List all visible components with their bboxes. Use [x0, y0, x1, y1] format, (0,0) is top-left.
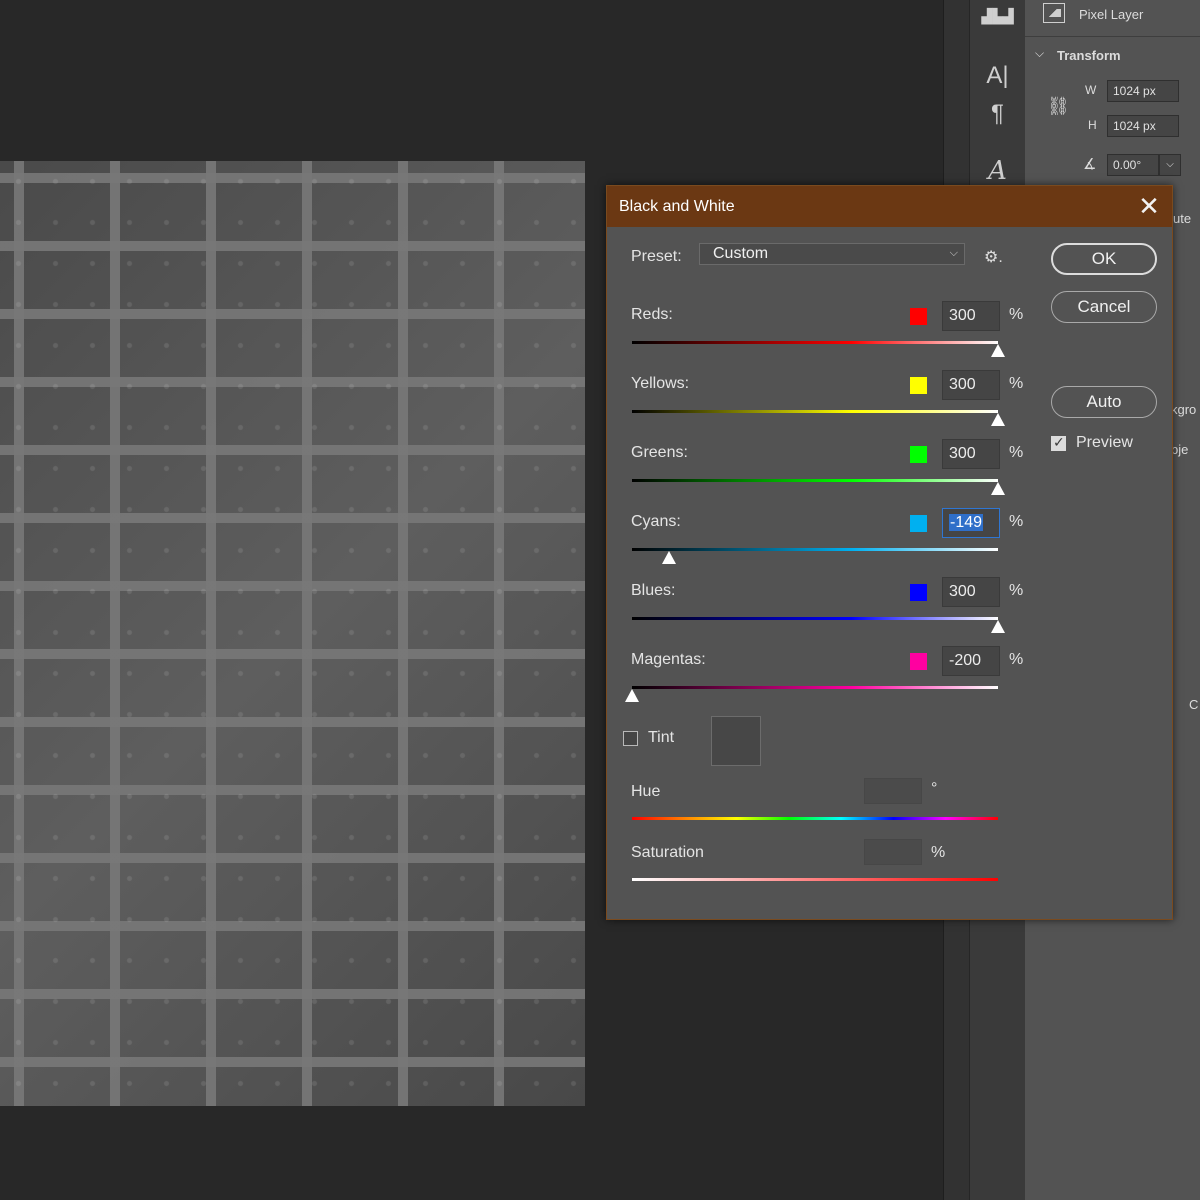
dialog-titlebar[interactable]: Black and White ✕	[607, 186, 1172, 227]
reds-slider-track[interactable]	[632, 341, 998, 344]
magentas-slider-track[interactable]	[632, 686, 998, 689]
greens-value-field[interactable]: 300	[942, 439, 1000, 469]
preset-select[interactable]: Custom ⌵	[699, 243, 965, 265]
yellows-value-field[interactable]: 300	[942, 370, 1000, 400]
character-icon[interactable]: A|	[970, 62, 1025, 90]
greens-slider-track[interactable]	[632, 479, 998, 482]
preview-checkbox[interactable]	[1051, 434, 1066, 451]
layer-kind-label: Pixel Layer	[1079, 7, 1144, 22]
blues-color-swatch	[910, 584, 927, 601]
magentas-color-swatch	[910, 653, 927, 670]
histogram-icon[interactable]: ▟▙▟	[970, 8, 1025, 25]
saturation-field	[864, 839, 922, 865]
gear-icon[interactable]: ⚙.	[984, 247, 1003, 267]
cyans-value-field[interactable]: -149	[942, 508, 1000, 538]
ok-button[interactable]: OK	[1051, 243, 1157, 275]
dialog-title: Black and White	[619, 198, 735, 215]
magentas-percent-unit: %	[1009, 651, 1024, 668]
yellows-slider-track[interactable]	[632, 410, 998, 413]
reds-label: Reds:	[631, 306, 673, 323]
cyans-slider-track[interactable]	[632, 548, 998, 551]
cyans-slider-thumb[interactable]	[661, 551, 676, 564]
cyans-color-swatch	[910, 515, 927, 532]
hue-slider-track	[632, 817, 998, 820]
canvas-image[interactable]	[0, 161, 585, 1106]
blues-value-field[interactable]: 300	[942, 577, 1000, 607]
angle-icon: ∡	[1083, 156, 1097, 173]
blues-slider-thumb[interactable]	[991, 620, 1005, 633]
saturation-unit: %	[931, 844, 946, 861]
blues-percent-unit: %	[1009, 582, 1024, 599]
width-label: W	[1085, 83, 1097, 97]
saturation-label: Saturation	[631, 844, 704, 861]
close-icon[interactable]: ✕	[1134, 190, 1164, 222]
saturation-slider-track	[632, 878, 998, 881]
greens-label: Greens:	[631, 444, 688, 461]
reds-value-field[interactable]: 300	[942, 301, 1000, 331]
preset-label: Preset:	[631, 248, 682, 265]
yellows-label: Yellows:	[631, 375, 690, 392]
yellows-percent-unit: %	[1009, 375, 1024, 392]
height-label: H	[1088, 118, 1097, 132]
width-field[interactable]: 1024 px	[1107, 80, 1179, 102]
transform-section-title: Transform	[1057, 48, 1121, 63]
cut-text-1: ute	[1173, 211, 1192, 226]
angle-field[interactable]: 0.00°	[1107, 154, 1159, 176]
preset-value: Custom	[713, 245, 769, 262]
pixel-layer-icon	[1043, 3, 1065, 23]
reds-slider-thumb[interactable]	[991, 344, 1005, 357]
yellows-slider-thumb[interactable]	[991, 413, 1005, 426]
greens-slider-thumb[interactable]	[991, 482, 1005, 495]
black-and-white-dialog: Black and White ✕ Preset: Custom ⌵ ⚙. OK…	[606, 185, 1173, 920]
tint-color-swatch[interactable]	[711, 716, 761, 766]
paragraph-icon[interactable]: ¶	[970, 100, 1025, 128]
cut-text-2: kgro	[1171, 402, 1197, 417]
chevron-down-icon[interactable]: ⌵	[1035, 46, 1044, 61]
hue-label: Hue	[631, 783, 661, 800]
cyans-percent-unit: %	[1009, 513, 1024, 530]
auto-button[interactable]: Auto	[1051, 386, 1157, 418]
cut-text-3: bje	[1171, 442, 1189, 457]
greens-color-swatch	[910, 446, 927, 463]
link-icon[interactable]: ⛓	[1047, 96, 1070, 117]
magentas-value-field[interactable]: -200	[942, 646, 1000, 676]
blues-label: Blues:	[631, 582, 676, 599]
preview-label: Preview	[1076, 434, 1133, 451]
reds-percent-unit: %	[1009, 306, 1024, 323]
yellows-color-swatch	[910, 377, 927, 394]
blues-slider-track[interactable]	[632, 617, 998, 620]
hue-field	[864, 778, 922, 804]
tint-checkbox[interactable]	[623, 731, 638, 746]
chevron-down-icon: ⌵	[949, 247, 958, 259]
magentas-slider-thumb[interactable]	[625, 689, 639, 702]
angle-dropdown-icon[interactable]: ⌵	[1159, 154, 1181, 176]
cyans-label: Cyans:	[631, 513, 681, 530]
greens-percent-unit: %	[1009, 444, 1024, 461]
reds-color-swatch	[910, 308, 927, 325]
cancel-button[interactable]: Cancel	[1051, 291, 1157, 323]
cut-text-4: C	[1189, 697, 1199, 712]
hue-unit: °	[931, 780, 938, 797]
magentas-label: Magentas:	[631, 651, 706, 668]
height-field[interactable]: 1024 px	[1107, 115, 1179, 137]
glyphs-icon[interactable]: A	[970, 156, 1025, 186]
tint-label: Tint	[648, 729, 675, 746]
